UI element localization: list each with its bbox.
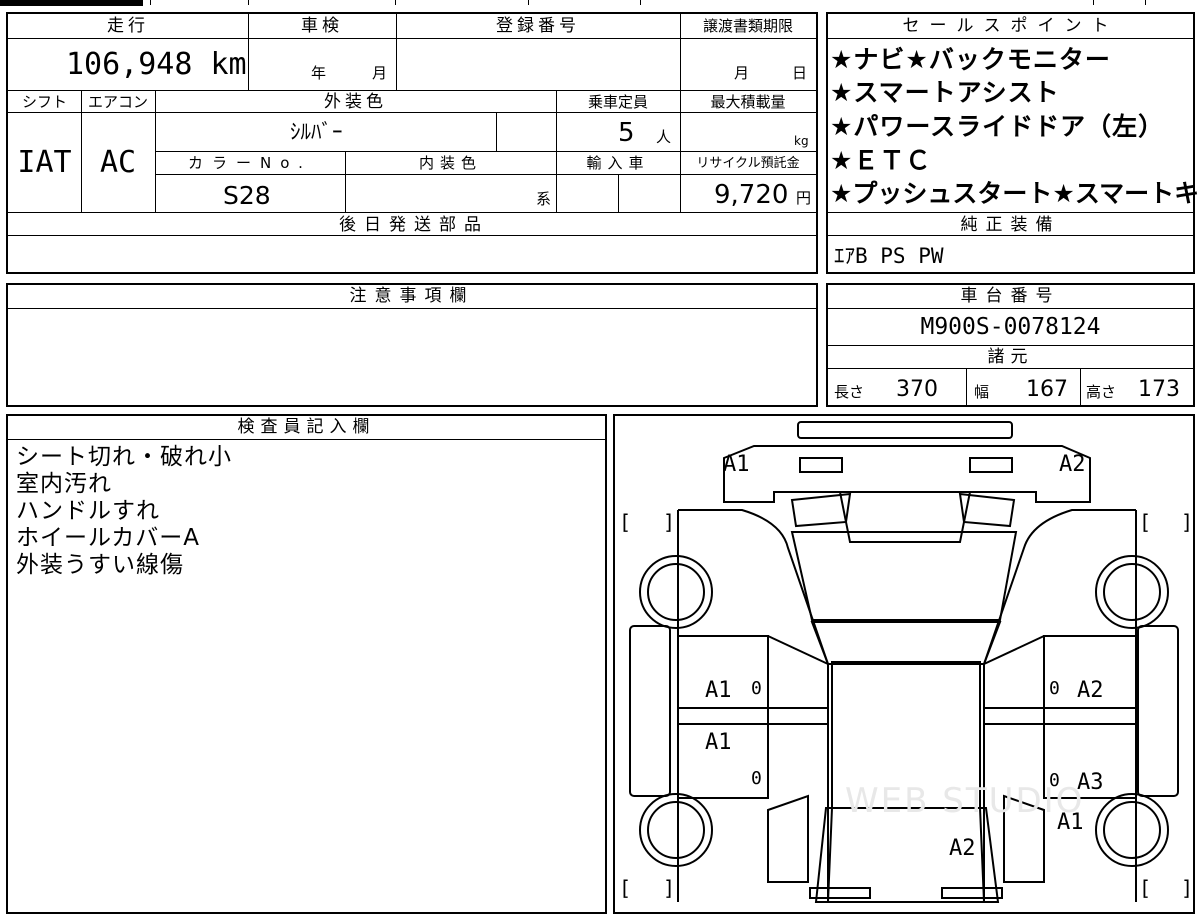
mark-zero: 0 xyxy=(751,678,762,699)
chassis-number-value: M900S-0078124 xyxy=(920,314,1101,340)
inspector-note: 室内汚れ xyxy=(16,471,112,497)
bracket-open: [ xyxy=(619,510,632,534)
bracket-close: ] xyxy=(663,510,676,534)
ac-value: AC xyxy=(99,145,137,180)
bracket-open: [ xyxy=(1139,510,1152,534)
car-outline-icon xyxy=(629,421,1179,903)
sales-point-item: ★パワースライドドア（左） xyxy=(830,112,1165,141)
sales-point-item: ★ナビ★バックモニター xyxy=(830,45,1111,74)
interior-color-label: 内装色 xyxy=(418,154,482,172)
inspection-year: 年 xyxy=(311,64,327,82)
payload-unit: kg xyxy=(794,134,809,148)
color-no-label: カラーNo. xyxy=(188,154,312,172)
genuine-equipment-label: 純正装備 xyxy=(960,215,1061,235)
width-value: 167 xyxy=(1026,377,1068,402)
interior-color-unit: 系 xyxy=(536,190,552,208)
sales-points-box: セールスポイント ★ナビ★バックモニター ★スマートアシスト ★パワースライドド… xyxy=(826,12,1200,274)
recycle-deposit-label: リサイクル預託金 xyxy=(696,156,800,171)
capacity-unit: 人 xyxy=(656,128,672,146)
color-no-value: S28 xyxy=(223,181,271,210)
bracket-open: [ xyxy=(1139,876,1152,900)
recycle-deposit-unit: 円 xyxy=(796,189,812,207)
shift-value: IAT xyxy=(17,145,72,180)
top-strip xyxy=(0,0,1200,6)
mark-zero: 0 xyxy=(751,768,762,789)
transfer-day: 日 xyxy=(792,64,808,82)
mark-rear-body: A2 xyxy=(949,836,976,861)
inspector-note: シート切れ・破れ小 xyxy=(16,444,232,470)
recycle-deposit-value: 9,720 xyxy=(714,180,789,210)
sales-point-item: ★スマートアシスト xyxy=(830,78,1060,107)
sales-points-label: セールスポイント xyxy=(902,16,1119,36)
width-label: 幅 xyxy=(974,383,990,401)
inspector-note: ホイールカバーA xyxy=(16,525,201,551)
bracket-close: ] xyxy=(663,876,676,900)
sales-point-item: ★ＥＴＣ xyxy=(830,146,932,175)
transfer-deadline-label: 譲渡書類期限 xyxy=(702,17,793,35)
inspection-month: 月 xyxy=(372,64,388,82)
mileage-value: 106,948 km xyxy=(66,47,247,82)
genuine-equipment-value: ｴｱB PS PW xyxy=(834,244,944,268)
watermark: WEB STUDIO xyxy=(845,781,1085,821)
registration-label: 登録番号 xyxy=(496,16,580,36)
capacity-label: 乗車定員 xyxy=(587,93,648,111)
chassis-number-label: 車台番号 xyxy=(960,286,1061,306)
vehicle-info-table: 走行 車検 登録番号 譲渡書類期限 106,948 km 年 月 月 日 シフト… xyxy=(6,12,818,274)
car-damage-diagram: A1 A2 [ ] [ ] A1 0 A1 0 0 A2 0 A3 A1 A2 … xyxy=(613,414,1195,914)
length-label: 長さ xyxy=(834,383,865,401)
height-value: 173 xyxy=(1138,377,1180,402)
mileage-label: 走行 xyxy=(107,16,149,36)
mark-front-right: A2 xyxy=(1059,452,1086,477)
exterior-color-label: 外装色 xyxy=(324,92,387,112)
length-value: 370 xyxy=(896,377,938,402)
caution-label: 注意事項欄 xyxy=(349,286,475,306)
inspector-note: 外装うすい線傷 xyxy=(16,552,184,578)
inspector-notes-box: 検査員記入欄 シート切れ・破れ小 室内汚れ ハンドルすれ ホイールカバーA 外装… xyxy=(6,414,607,914)
bracket-open: [ xyxy=(619,876,632,900)
mark-door-left-rear: A1 xyxy=(705,730,732,755)
inspector-notes-label: 検査員記入欄 xyxy=(237,417,376,437)
shift-label: シフト xyxy=(21,93,67,111)
mark-front-left: A1 xyxy=(723,452,750,477)
caution-box: 注意事項欄 xyxy=(6,283,818,407)
inspector-note: ハンドルすれ xyxy=(16,498,160,524)
mark-door-right-front: A2 xyxy=(1077,678,1104,703)
chassis-box: 車台番号 M900S-0078124 諸元 長さ 370 幅 167 高さ 17… xyxy=(826,283,1195,407)
later-parts-label: 後日発送部品 xyxy=(339,215,489,235)
sales-point-item: ★プッシュスタート★スマートキー xyxy=(830,179,1200,208)
height-label: 高さ xyxy=(1086,383,1117,401)
inspection-label: 車検 xyxy=(301,16,343,36)
import-label: 輸入車 xyxy=(586,154,650,172)
bracket-close: ] xyxy=(1181,510,1194,534)
specs-label: 諸元 xyxy=(987,347,1034,367)
mark-zero: 0 xyxy=(1049,678,1060,699)
mark-door-left-front: A1 xyxy=(705,678,732,703)
transfer-month: 月 xyxy=(734,64,750,82)
bracket-close: ] xyxy=(1181,876,1194,900)
ac-label: エアコン xyxy=(87,93,148,111)
payload-label: 最大積載量 xyxy=(710,93,786,111)
exterior-color-value: ｼﾙﾊﾞｰ xyxy=(290,120,343,144)
capacity-value: 5 xyxy=(618,118,635,148)
